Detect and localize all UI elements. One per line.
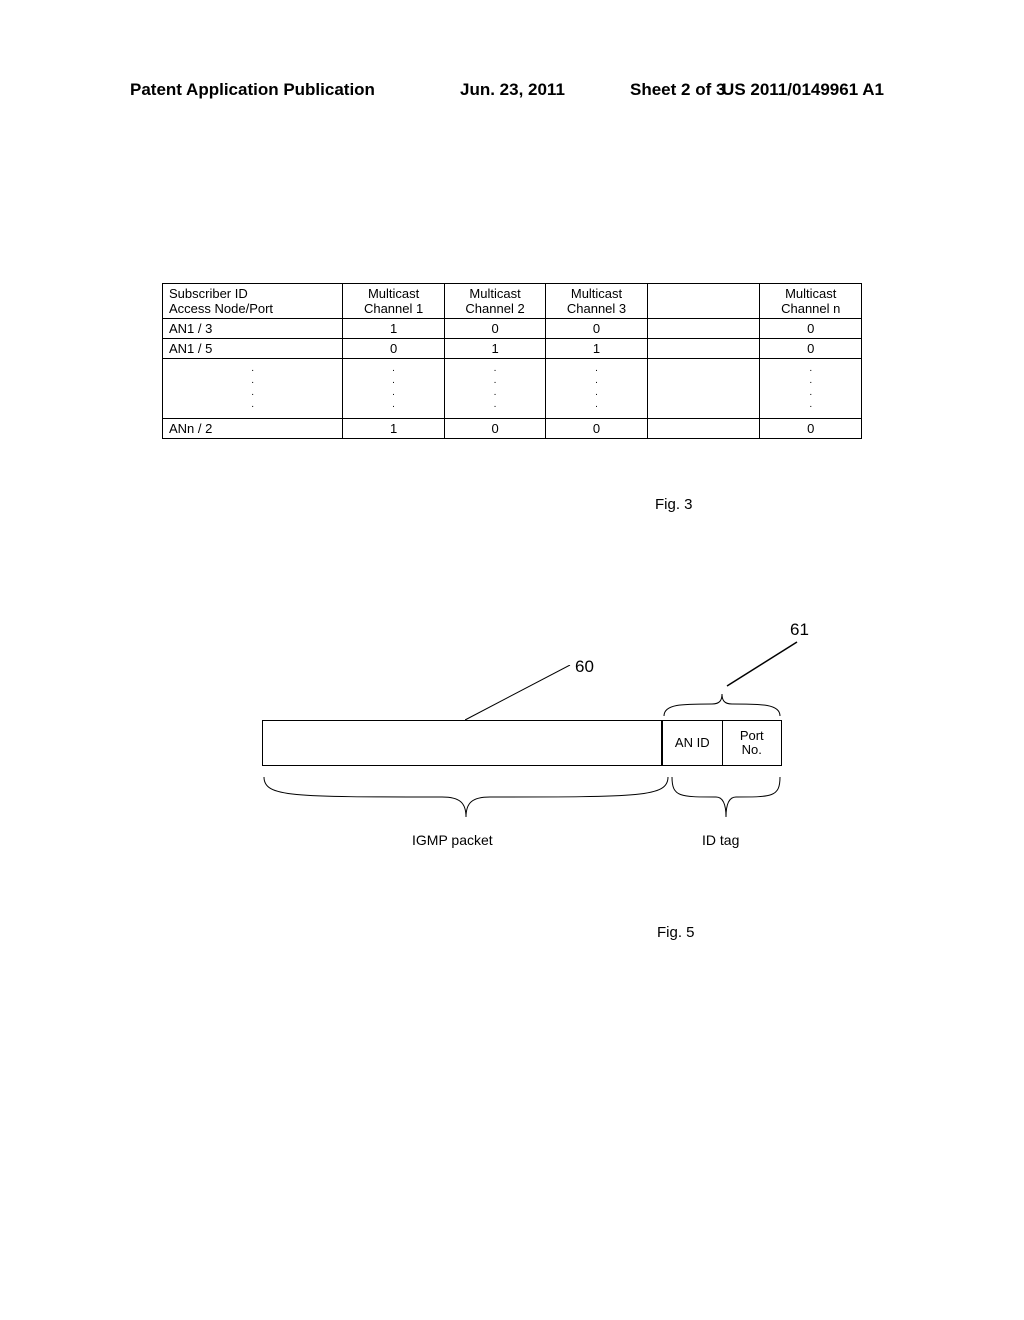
col-ellipsis <box>647 284 760 319</box>
cell-val: 0 <box>760 319 862 339</box>
cell-val: 0 <box>760 339 862 359</box>
col-subscriber-line2: Access Node/Port <box>169 301 273 316</box>
pub-number: US 2011/0149961 A1 <box>722 80 884 100</box>
col-subscriber: Subscriber ID Access Node/Port <box>163 284 343 319</box>
fig3-table: Subscriber ID Access Node/Port Multicast… <box>162 283 862 439</box>
table-ellipsis-row: ···· ···· ···· ···· ···· <box>163 359 862 419</box>
table-row: ANn / 2 1 0 0 0 <box>163 419 862 439</box>
cell-val: 1 <box>343 319 444 339</box>
cell-val: 0 <box>760 419 862 439</box>
an-id-field: AN ID <box>663 721 722 765</box>
cell-val: 0 <box>343 339 444 359</box>
col-ch2-text: Multicast Channel 2 <box>465 286 524 316</box>
idtag-brace-icon <box>670 775 782 819</box>
col-subscriber-line1: Subscriber ID <box>169 286 248 301</box>
col-ch1-text: Multicast Channel 1 <box>364 286 423 316</box>
cell-blank <box>647 419 760 439</box>
col-chn-text: Multicast Channel n <box>781 286 840 316</box>
fig5-diagram: 60 61 AN ID Port No. IGMP packet ID tag <box>162 600 862 930</box>
fig5-caption: Fig. 5 <box>657 924 695 941</box>
top-brace-icon <box>662 692 782 718</box>
cell-val: 1 <box>343 419 444 439</box>
sheet-number: Sheet 2 of 3 <box>630 80 725 100</box>
port-no-text: Port No. <box>740 729 764 758</box>
table-row: AN1 / 3 1 0 0 0 <box>163 319 862 339</box>
igmp-brace-icon <box>262 775 670 819</box>
col-ch1: Multicast Channel 1 <box>343 284 444 319</box>
cell-val: 1 <box>444 339 545 359</box>
ref-60: 60 <box>575 657 594 677</box>
cell-sub: AN1 / 3 <box>163 319 343 339</box>
page-header: Patent Application Publication Jun. 23, … <box>130 80 884 100</box>
cell-val: 0 <box>444 419 545 439</box>
igmp-label: IGMP packet <box>412 832 493 848</box>
cell-sub: AN1 / 5 <box>163 339 343 359</box>
leader-60: 60 <box>465 665 565 725</box>
table-row: AN1 / 5 0 1 1 0 <box>163 339 862 359</box>
cell-blank <box>647 319 760 339</box>
cell-val: 0 <box>444 319 545 339</box>
id-tag-box: AN ID Port No. <box>662 720 782 766</box>
col-ch3: Multicast Channel 3 <box>546 284 647 319</box>
cell-val: 0 <box>546 419 647 439</box>
col-ch3-text: Multicast Channel 3 <box>567 286 626 316</box>
ref-61: 61 <box>790 620 809 640</box>
igmp-packet-box <box>262 720 662 766</box>
pub-label: Patent Application Publication <box>130 80 375 100</box>
cell-val: 1 <box>546 339 647 359</box>
multicast-table: Subscriber ID Access Node/Port Multicast… <box>162 283 862 439</box>
cell-val: 0 <box>546 319 647 339</box>
col-ch2: Multicast Channel 2 <box>444 284 545 319</box>
col-chn: Multicast Channel n <box>760 284 862 319</box>
idtag-label: ID tag <box>702 832 739 848</box>
fig3-caption: Fig. 3 <box>655 496 693 513</box>
port-no-field: Port No. <box>723 721 782 765</box>
cell-blank <box>647 339 760 359</box>
pub-date: Jun. 23, 2011 <box>460 80 565 100</box>
cell-sub: ANn / 2 <box>163 419 343 439</box>
